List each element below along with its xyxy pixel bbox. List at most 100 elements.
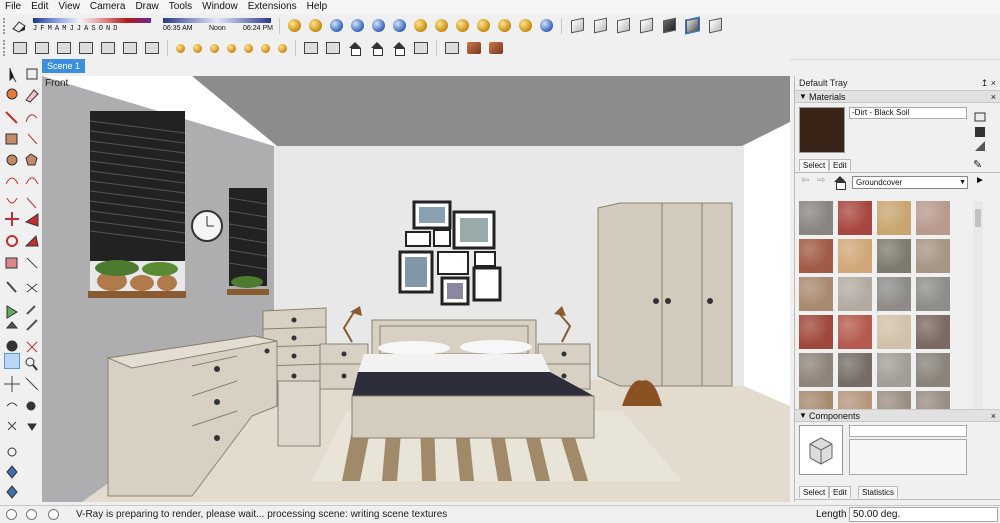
- component-description[interactable]: [849, 439, 967, 475]
- scene-tab-1[interactable]: Scene 1: [42, 59, 86, 73]
- vray-spot-light-icon[interactable]: [477, 19, 490, 32]
- vray-sphere-light-icon[interactable]: [456, 19, 469, 32]
- menu-tools[interactable]: Tools: [164, 0, 197, 14]
- menu-camera[interactable]: Camera: [85, 0, 131, 14]
- style-shaded-icon[interactable]: [640, 17, 653, 34]
- library-dropdown[interactable]: Groundcover ▼: [852, 176, 968, 189]
- style-monochrome-icon[interactable]: [685, 16, 700, 35]
- vray-sphere-icon[interactable]: [193, 43, 202, 53]
- material-swatch[interactable]: [877, 201, 911, 235]
- tray-pin-close-icon[interactable]: ↥ ×: [981, 76, 996, 90]
- material-swatch[interactable]: [877, 239, 911, 273]
- style-xray-icon[interactable]: [571, 17, 584, 34]
- credits-icon[interactable]: [26, 509, 37, 520]
- new-file-icon[interactable]: [13, 42, 27, 54]
- materials-tab-edit[interactable]: Edit: [829, 159, 851, 171]
- shadow-date-slider[interactable]: JFMAMJJASOND: [33, 16, 153, 36]
- material-swatch[interactable]: [838, 239, 872, 273]
- make-component-icon[interactable]: [24, 65, 38, 79]
- vray-infinite-plane-icon[interactable]: [261, 43, 270, 53]
- home-icon[interactable]: [833, 176, 847, 190]
- material-swatch[interactable]: [916, 315, 950, 349]
- details-arrow-icon[interactable]: ►: [975, 175, 985, 186]
- material-swatch[interactable]: [916, 201, 950, 235]
- material-swatch[interactable]: [838, 353, 872, 387]
- material-name-field[interactable]: -Dirt - Black Soil: [849, 107, 967, 119]
- vray-help-icon[interactable]: [393, 19, 406, 32]
- material-swatch[interactable]: [877, 353, 911, 387]
- vray-mesh-light-icon[interactable]: [244, 43, 253, 53]
- materials-tab-select[interactable]: Select: [799, 159, 830, 171]
- vray-options-icon[interactable]: [330, 19, 343, 32]
- vray-interactive-icon[interactable]: [309, 19, 322, 32]
- menu-extensions[interactable]: Extensions: [243, 0, 302, 14]
- menu-window[interactable]: Window: [197, 0, 243, 14]
- components-tab-edit[interactable]: Edit: [829, 486, 851, 498]
- material-swatch[interactable]: [916, 277, 950, 311]
- cut-icon[interactable]: [79, 42, 93, 54]
- section-plane-icon[interactable]: [445, 42, 459, 54]
- menu-view[interactable]: View: [53, 0, 85, 14]
- geo-location-icon[interactable]: [6, 509, 17, 520]
- component-name-field[interactable]: [849, 425, 967, 437]
- shadow-time-slider[interactable]: 06:35 AM Noon 06:24 PM: [163, 16, 275, 36]
- time-gradient[interactable]: [163, 17, 271, 23]
- vray-light-icon[interactable]: [435, 19, 448, 32]
- toolbar-grip[interactable]: [3, 40, 6, 56]
- copy-icon[interactable]: [101, 42, 115, 54]
- material-action-icons[interactable]: [971, 107, 991, 157]
- select-tool-icon[interactable]: [4, 65, 18, 79]
- menu-draw[interactable]: Draw: [130, 0, 163, 14]
- view-front-icon[interactable]: [348, 42, 362, 56]
- eraser-icon[interactable]: [24, 87, 38, 101]
- view-top-icon[interactable]: [326, 42, 340, 54]
- forward-arrow-icon[interactable]: ⇨: [817, 175, 825, 186]
- vray-render-icon[interactable]: [288, 19, 301, 32]
- shadow-toggle-icon[interactable]: [11, 18, 27, 34]
- style-hidden-line-icon[interactable]: [617, 17, 630, 34]
- paste-icon[interactable]: [123, 42, 137, 54]
- material-swatch[interactable]: [877, 277, 911, 311]
- material-swatch[interactable]: [838, 391, 872, 409]
- materials-scrollbar[interactable]: [973, 201, 983, 409]
- vray-frame-buffer-icon[interactable]: [351, 19, 364, 32]
- vray-light-gen-icon[interactable]: [176, 43, 185, 53]
- erase-icon[interactable]: [145, 42, 159, 54]
- back-arrow-icon[interactable]: ⇦: [801, 175, 809, 186]
- style-back-edges-icon[interactable]: [709, 17, 722, 34]
- vray-spot-icon[interactable]: [210, 43, 219, 53]
- measurements-box[interactable]: 50.00 deg.: [849, 507, 998, 522]
- vray-ies-light-icon[interactable]: [498, 19, 511, 32]
- warehouse-icon[interactable]: [467, 42, 481, 54]
- material-swatch[interactable]: [799, 315, 833, 349]
- components-tab-select[interactable]: Select: [799, 486, 830, 498]
- view-right-icon[interactable]: [370, 42, 384, 56]
- material-swatch[interactable]: [877, 315, 911, 349]
- vray-material-editor-icon[interactable]: [372, 19, 385, 32]
- menu-edit[interactable]: Edit: [26, 0, 53, 14]
- material-swatch[interactable]: [877, 391, 911, 409]
- vray-batch-render-icon[interactable]: [414, 19, 427, 32]
- components-tab-statistics[interactable]: Statistics: [858, 486, 899, 498]
- style-shaded-textures-icon[interactable]: [663, 17, 676, 34]
- view-back-icon[interactable]: [392, 42, 406, 56]
- vray-omni-light-icon[interactable]: [519, 19, 532, 32]
- eyedropper-icon[interactable]: ✎: [973, 158, 982, 171]
- toolbar-grip[interactable]: [3, 17, 6, 34]
- material-swatch[interactable]: [799, 353, 833, 387]
- view-iso-icon[interactable]: [304, 42, 318, 54]
- material-swatch[interactable]: [838, 277, 872, 311]
- material-swatch[interactable]: [799, 391, 833, 409]
- material-swatch[interactable]: [916, 239, 950, 273]
- vray-proxy-icon[interactable]: [278, 43, 287, 53]
- menu-help[interactable]: Help: [302, 0, 333, 14]
- material-swatch[interactable]: [916, 391, 950, 409]
- view-left-icon[interactable]: [414, 42, 428, 54]
- style-wireframe-icon[interactable]: [594, 17, 607, 34]
- menu-file[interactable]: File: [0, 0, 26, 14]
- current-material-swatch[interactable]: [799, 107, 845, 153]
- save-icon[interactable]: [57, 42, 71, 54]
- vray-rect-light-icon[interactable]: [227, 43, 236, 53]
- model-viewport[interactable]: Front: [42, 76, 790, 502]
- open-file-icon[interactable]: [35, 42, 49, 54]
